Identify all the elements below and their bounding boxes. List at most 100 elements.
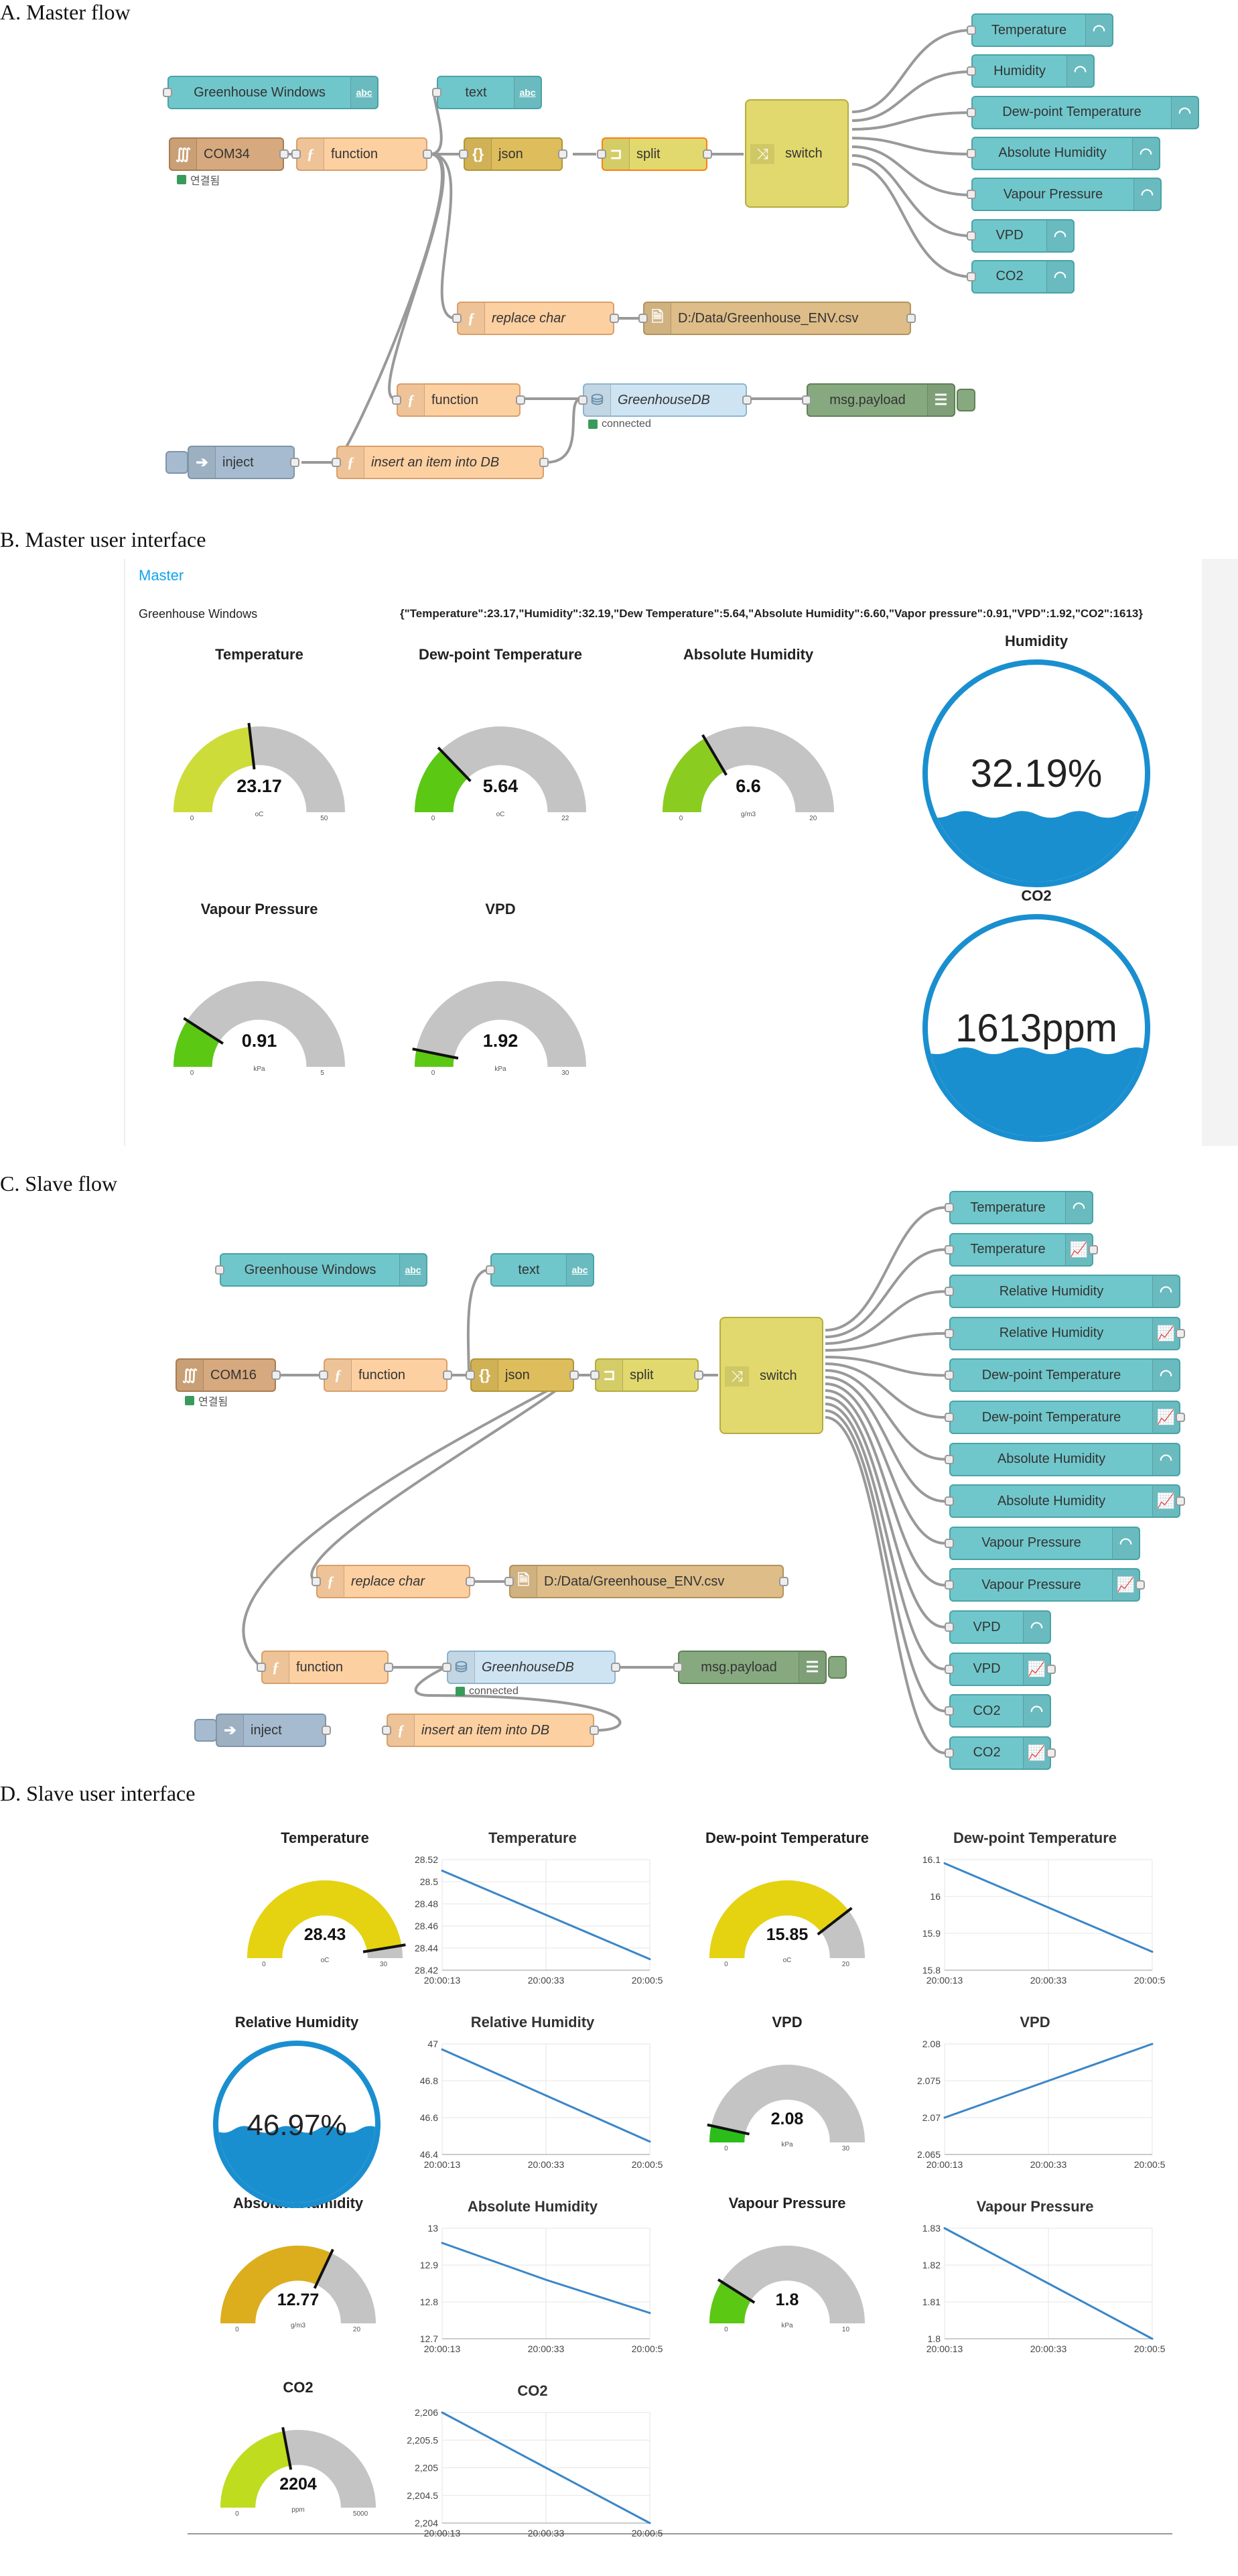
input-port[interactable]: [432, 88, 441, 97]
input-port[interactable]: [382, 1726, 391, 1735]
output-port[interactable]: [443, 1370, 452, 1380]
input-port[interactable]: [945, 1496, 954, 1506]
text-node[interactable]: text abc: [432, 76, 542, 109]
output-port[interactable]: [1046, 1664, 1056, 1674]
switch-node[interactable]: ⤨ switch: [745, 99, 849, 208]
dashboard-output-node[interactable]: VPD 📈: [945, 1652, 1056, 1686]
output-port[interactable]: [290, 458, 299, 467]
output-port[interactable]: [569, 1370, 579, 1380]
replace-char-node[interactable]: ƒ replace char: [312, 1565, 475, 1598]
inject-node[interactable]: ➔ inject: [188, 446, 299, 479]
input-port[interactable]: [319, 1370, 328, 1380]
insert-item-node[interactable]: ƒ insert an item into DB: [382, 1714, 599, 1747]
dashboard-output-node[interactable]: Relative Humidity 📈: [945, 1316, 1185, 1350]
dashboard-output-node[interactable]: CO2 ◠: [945, 1694, 1051, 1728]
dashboard-output-node[interactable]: Dew-point Temperature 📈: [945, 1401, 1185, 1434]
input-port[interactable]: [967, 107, 976, 117]
dashboard-output-node[interactable]: Absolute Humidity ◠: [967, 136, 1160, 170]
dashboard-output-node[interactable]: Relative Humidity ◠: [945, 1275, 1180, 1309]
input-port[interactable]: [945, 1580, 954, 1590]
dashboard-scrollbar[interactable]: [1202, 559, 1238, 1146]
dashboard-output-node[interactable]: Vapour Pressure ◠: [967, 178, 1162, 212]
output-port[interactable]: [539, 458, 549, 467]
file-node[interactable]: 🗎 D:/Data/Greenhouse_ENV.csv: [638, 302, 916, 335]
greenhouse-db-node[interactable]: ⛁ GreenhouseDB: [578, 383, 752, 417]
output-port[interactable]: [742, 395, 752, 405]
output-port[interactable]: [610, 314, 619, 323]
dashboard-output-node[interactable]: Humidity ◠: [967, 54, 1095, 88]
replace-char-node[interactable]: ƒ replace char: [452, 302, 619, 335]
input-port[interactable]: [215, 1265, 224, 1275]
input-port[interactable]: [945, 1664, 954, 1674]
dashboard-output-node[interactable]: Vapour Pressure ◠: [945, 1526, 1140, 1560]
input-port[interactable]: [590, 1370, 600, 1380]
input-port[interactable]: [945, 1203, 954, 1212]
function-node-2[interactable]: ƒ function: [392, 383, 525, 417]
output-port[interactable]: [271, 1370, 281, 1380]
output-port[interactable]: [1089, 1244, 1098, 1254]
output-port[interactable]: [590, 1726, 599, 1735]
json-node[interactable]: {} json: [459, 137, 567, 171]
input-port[interactable]: [967, 25, 976, 35]
input-port[interactable]: [802, 395, 811, 405]
output-port[interactable]: [1046, 1748, 1056, 1758]
output-port[interactable]: [384, 1663, 393, 1672]
output-port[interactable]: [1176, 1328, 1185, 1338]
dashboard-output-node[interactable]: Dew-point Temperature ◠: [967, 95, 1199, 129]
input-port[interactable]: [257, 1663, 266, 1672]
function-node-2[interactable]: ƒ function: [257, 1651, 393, 1684]
input-port[interactable]: [452, 314, 462, 323]
input-port[interactable]: [945, 1454, 954, 1464]
dashboard-output-node[interactable]: Vapour Pressure 📈: [945, 1568, 1145, 1602]
input-port[interactable]: [486, 1265, 495, 1275]
function-node[interactable]: ƒ function: [291, 137, 432, 171]
input-port[interactable]: [945, 1748, 954, 1758]
output-port[interactable]: [779, 1577, 788, 1586]
output-port[interactable]: [558, 149, 567, 159]
debug-node[interactable]: msg.payload ☰: [673, 1651, 827, 1684]
output-port[interactable]: [694, 1370, 703, 1380]
insert-item-node[interactable]: ƒ insert an item into DB: [332, 446, 549, 479]
text-node[interactable]: text abc: [486, 1253, 594, 1287]
json-node[interactable]: {} json: [466, 1358, 579, 1392]
dashboard-output-node[interactable]: Temperature ◠: [967, 13, 1113, 47]
greenhouse-windows-node[interactable]: Greenhouse Windows abc: [163, 76, 379, 109]
output-port[interactable]: [1176, 1413, 1185, 1422]
input-port[interactable]: [163, 88, 172, 97]
output-port[interactable]: [611, 1663, 620, 1672]
dashboard-output-node[interactable]: Absolute Humidity 📈: [945, 1484, 1185, 1519]
dashboard-output-node[interactable]: VPD ◠: [945, 1610, 1051, 1644]
input-port[interactable]: [504, 1577, 514, 1586]
input-port[interactable]: [945, 1328, 954, 1338]
serial-in-node[interactable]: ∭ COM16: [176, 1358, 281, 1392]
input-port[interactable]: [312, 1577, 321, 1586]
inject-button[interactable]: [194, 1719, 217, 1742]
output-port[interactable]: [322, 1726, 331, 1735]
output-port[interactable]: [279, 149, 289, 159]
input-port[interactable]: [392, 395, 401, 405]
serial-in-node[interactable]: ∭ COM34: [169, 137, 289, 171]
dashboard-output-node[interactable]: Absolute Humidity ◠: [945, 1442, 1180, 1476]
greenhouse-windows-node[interactable]: Greenhouse Windows abc: [215, 1253, 427, 1287]
switch-node[interactable]: ⤨ switch: [719, 1317, 823, 1434]
dashboard-output-node[interactable]: CO2 📈: [945, 1736, 1056, 1770]
input-port[interactable]: [945, 1413, 954, 1422]
output-port[interactable]: [703, 149, 712, 159]
inject-node[interactable]: ➔ inject: [216, 1714, 331, 1747]
input-port[interactable]: [945, 1244, 954, 1254]
debug-toggle-button[interactable]: [957, 389, 975, 411]
split-node[interactable]: ⊐ split: [597, 137, 712, 171]
input-port[interactable]: [967, 231, 976, 241]
dashboard-output-node[interactable]: Dew-point Temperature ◠: [945, 1358, 1180, 1393]
dashboard-output-node[interactable]: VPD ◠: [967, 218, 1075, 253]
input-port[interactable]: [459, 149, 468, 159]
output-port[interactable]: [466, 1577, 475, 1586]
input-port[interactable]: [291, 149, 301, 159]
input-port[interactable]: [967, 190, 976, 200]
dashboard-output-node[interactable]: CO2 ◠: [967, 259, 1075, 294]
input-port[interactable]: [945, 1287, 954, 1297]
input-port[interactable]: [967, 271, 976, 281]
input-port[interactable]: [466, 1370, 475, 1380]
input-port[interactable]: [673, 1663, 683, 1672]
input-port[interactable]: [638, 314, 648, 323]
